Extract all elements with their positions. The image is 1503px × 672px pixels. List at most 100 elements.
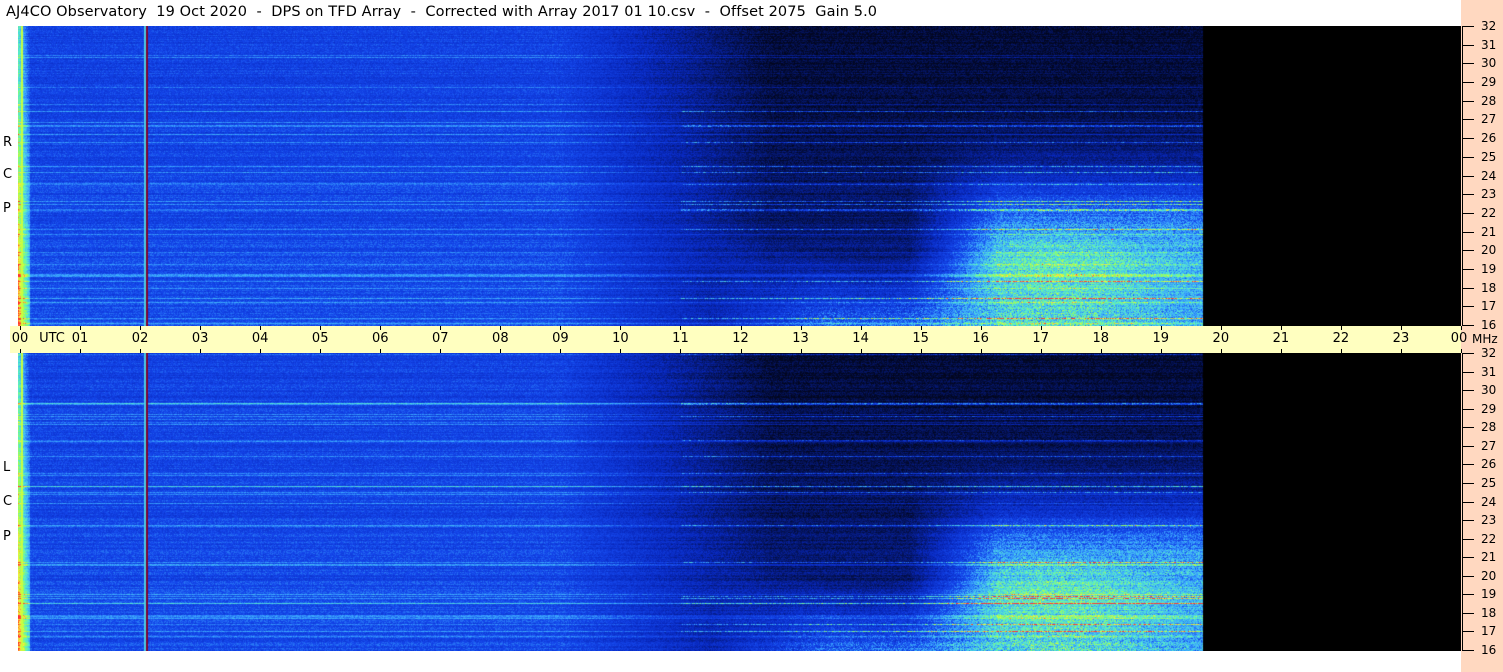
utc-tick-mark [1101,349,1102,353]
lcp-freq-tick-mark [1462,372,1474,373]
utc-tick-mark [1221,349,1222,353]
lcp-freq-tick-mark [1462,594,1474,595]
lcp-freq-label-20: 20 [1481,569,1497,583]
utc-tick-mark [140,349,141,353]
utc-tick-mark [1221,326,1222,330]
lcp-freq-label-19: 19 [1481,587,1497,601]
rcp-freq-label-23: 23 [1481,187,1497,201]
lcp-freq-tick-mark [1462,409,1474,410]
lcp-freq-label-23: 23 [1481,513,1497,527]
rcp-letter-r: R [3,135,13,150]
utc-tick-mark [1401,349,1402,353]
utc-tick-mark [20,349,21,353]
lcp-freq-tick-mark [1462,390,1474,391]
utc-tick-label-16: 16 [972,331,989,346]
lcp-freq-tick-mark [1462,427,1474,428]
lcp-freq-label-16: 16 [1481,643,1497,657]
utc-tick-mark [380,349,381,353]
rcp-freq-label-24: 24 [1481,169,1497,183]
utc-tick-label-13: 13 [792,331,809,346]
rcp-freq-tick-mark [1462,325,1474,326]
utc-tick-mark [921,349,922,353]
lcp-freq-tick-mark [1462,464,1474,465]
utc-tick-label-24: 00 [1450,331,1468,346]
utc-tick-label-1: 01 [71,331,89,346]
utc-tick-label-22: 22 [1332,331,1350,346]
lcp-freq-label-27: 27 [1481,439,1497,453]
rcp-freq-tick-mark [1462,101,1474,102]
utc-tick-mark [741,349,742,353]
lcp-freq-tick-mark [1462,502,1474,503]
rcp-freq-tick-mark [1462,213,1474,214]
utc-tick-label-18: 18 [1092,331,1110,346]
rcp-freq-label-16: 16 [1481,318,1497,332]
utc-tick-label-15: 15 [912,331,929,346]
utc-tick-label-9: 09 [552,331,569,346]
utc-tick-mark [861,326,862,330]
utc-tick-label-5: 05 [311,331,329,346]
rcp-freq-tick-mark [1462,306,1474,307]
lcp-letter-p: P [3,529,11,544]
utc-tick-mark [1281,326,1282,330]
utc-tick-label-20: 20 [1212,331,1230,346]
utc-tick-label-2: 02 [131,331,149,346]
utc-tick-label-14: 14 [852,331,869,346]
utc-tick-mark [380,326,381,330]
lcp-letter-c: C [3,494,13,509]
rcp-freq-tick-mark [1462,194,1474,195]
utc-tick-mark [1041,326,1042,330]
lcp-letter-l: L [3,460,11,475]
rcp-freq-tick-mark [1462,157,1474,158]
rcp-freq-tick-mark [1462,63,1474,64]
lcp-freq-label-25: 25 [1481,476,1497,490]
lcp-freq-label-24: 24 [1481,495,1497,509]
rcp-no-data-region [1219,26,1461,326]
utc-tick-mark [560,349,561,353]
utc-tick-label-7: 07 [432,331,449,346]
rcp-freq-tick-mark [1462,26,1474,27]
utc-tick-mark [1281,349,1282,353]
lcp-no-data-region [1219,353,1461,651]
utc-tick-mark [981,349,982,353]
mhz-unit-label: MHz [1472,332,1498,346]
rcp-freq-label-17: 17 [1481,299,1497,313]
utc-tick-label-11: 11 [672,331,689,346]
utc-tick-mark [440,326,441,330]
utc-tick-mark [500,326,501,330]
rcp-freq-label-18: 18 [1481,281,1497,295]
lcp-freq-label-28: 28 [1481,420,1497,434]
rcp-letter-p: P [3,201,11,216]
lcp-freq-tick-mark [1462,650,1474,651]
utc-tick-label-12: 12 [732,331,749,346]
utc-tick-mark [1341,349,1342,353]
utc-tick-mark [921,326,922,330]
utc-tick-mark [320,326,321,330]
utc-tick-mark [320,349,321,353]
lcp-freq-label-26: 26 [1481,457,1497,471]
utc-tick-mark [801,349,802,353]
utc-tick-label-21: 21 [1272,331,1290,346]
utc-tick-mark [260,349,261,353]
rcp-freq-tick-mark [1462,176,1474,177]
rcp-spectrogram [18,26,1219,326]
utc-tick-label-10: 10 [612,331,629,346]
utc-tick-mark [861,349,862,353]
rcp-freq-tick-mark [1462,138,1474,139]
utc-tick-mark [260,326,261,330]
utc-tick-mark [500,349,501,353]
utc-tick-mark [1161,349,1162,353]
utc-tick-mark [1101,326,1102,330]
rcp-freq-label-25: 25 [1481,150,1497,164]
rcp-freq-tick-mark [1462,250,1474,251]
lcp-freq-tick-mark [1462,353,1474,354]
rcp-freq-label-27: 27 [1481,112,1497,126]
utc-tick-mark [801,326,802,330]
utc-tick-mark [200,349,201,353]
utc-tick-label-0: 00 [11,331,29,346]
utc-tick-mark [440,349,441,353]
lcp-freq-tick-mark [1462,446,1474,447]
lcp-freq-tick-mark [1462,520,1474,521]
lcp-freq-label-17: 17 [1481,624,1497,638]
utc-tick-mark [620,326,621,330]
rcp-freq-label-32: 32 [1481,19,1497,33]
